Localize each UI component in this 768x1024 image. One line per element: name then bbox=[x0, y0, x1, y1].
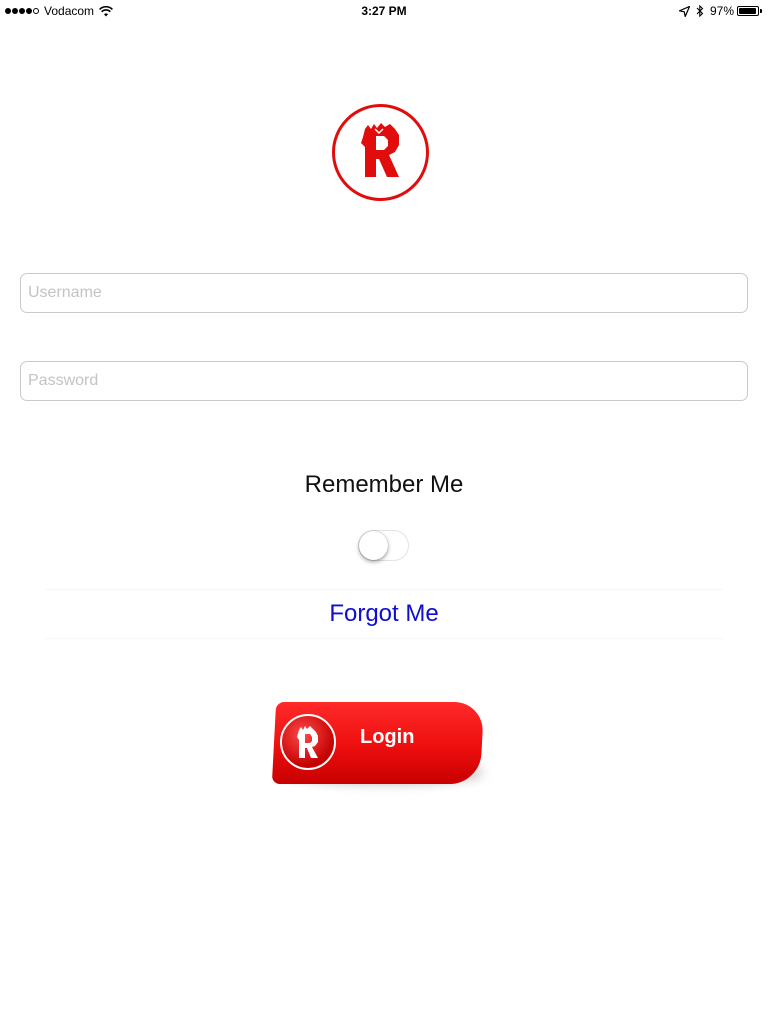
remember-me-toggle[interactable] bbox=[358, 530, 409, 561]
forgot-me-link[interactable]: Forgot Me bbox=[45, 590, 723, 638]
battery-percent: 97% bbox=[709, 4, 734, 18]
r-logo-icon bbox=[297, 726, 318, 758]
battery-fill bbox=[739, 8, 757, 14]
app-logo bbox=[332, 104, 429, 201]
username-input[interactable] bbox=[20, 273, 748, 313]
login-screen: Vodacom 3:27 PM 97% Username Remember Me… bbox=[0, 0, 768, 1024]
remember-me-label: Remember Me bbox=[304, 471, 464, 498]
login-badge bbox=[280, 714, 336, 770]
bluetooth-icon bbox=[696, 5, 704, 17]
r-logo-icon bbox=[361, 123, 399, 177]
status-right: 97% bbox=[678, 4, 762, 18]
status-bar: Vodacom 3:27 PM 97% bbox=[0, 0, 768, 22]
login-button[interactable]: Login bbox=[271, 700, 485, 800]
toggle-knob bbox=[359, 531, 388, 560]
password-input[interactable] bbox=[20, 361, 748, 401]
location-arrow-icon bbox=[678, 5, 690, 17]
battery-body bbox=[737, 6, 759, 16]
status-time: 3:27 PM bbox=[361, 4, 407, 18]
battery-tip bbox=[760, 9, 762, 13]
login-button-label: Login bbox=[360, 726, 415, 748]
battery-icon bbox=[737, 6, 762, 16]
forgot-row: Forgot Me bbox=[45, 589, 723, 639]
